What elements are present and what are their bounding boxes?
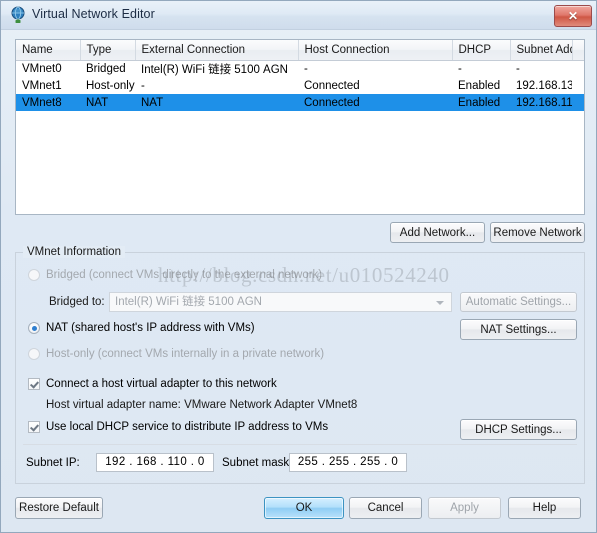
column-header-name[interactable]: Name (16, 40, 81, 61)
divider (23, 444, 577, 445)
radio-host-only-label: Host-only (connect VMs internally in a p… (46, 348, 325, 360)
cell-external-connection: - (141, 79, 145, 92)
radio-nat[interactable]: NAT (shared host's IP address with VMs) (28, 322, 255, 334)
column-header-type[interactable]: Type (80, 40, 136, 61)
local-dhcp-label: Use local DHCP service to distribute IP … (46, 421, 329, 433)
virtual-network-editor-window: Virtual Network Editor ✕ Name Type Exter… (0, 0, 597, 533)
cell-subnet-address: - (516, 62, 520, 75)
vmnet-information-title: VMnet Information (23, 246, 125, 258)
cell-name: VMnet0 (22, 62, 62, 75)
vmnet-information-group (15, 252, 585, 484)
checkbox-indicator (28, 421, 40, 433)
checkbox-indicator (28, 378, 40, 390)
column-header-subnet-address[interactable]: Subnet Address (510, 40, 573, 61)
table-row[interactable]: VMnet0 Bridged Intel(R) WiFi 链接 5100 AGN… (16, 60, 584, 77)
table-row[interactable]: VMnet1 Host-only - Connected Enabled 192… (16, 77, 584, 94)
cell-dhcp: Enabled (452, 94, 510, 111)
column-header-host-connection[interactable]: Host Connection (298, 40, 453, 61)
restore-default-button[interactable]: Restore Default (15, 497, 103, 519)
help-button[interactable]: Help (508, 497, 581, 519)
connect-host-adapter-label: Connect a host virtual adapter to this n… (46, 378, 277, 390)
radio-nat-label: NAT (shared host's IP address with VMs) (46, 322, 255, 334)
radio-bridged-indicator (28, 269, 40, 281)
table-row[interactable]: VMnet8 NAT NAT Connected Enabled 192.168… (16, 94, 584, 111)
cell-dhcp: Enabled (458, 79, 501, 92)
column-header-dhcp[interactable]: DHCP (452, 40, 511, 61)
cell-host-connection: - (304, 62, 308, 75)
chevron-down-icon (436, 301, 444, 305)
subnet-ip-label: Subnet IP: (26, 457, 80, 469)
radio-host-only[interactable]: Host-only (connect VMs internally in a p… (28, 348, 324, 360)
network-list[interactable]: Name Type External Connection Host Conne… (15, 39, 585, 215)
bridged-to-label: Bridged to: (49, 296, 105, 308)
subnet-mask-label: Subnet mask: (222, 457, 293, 469)
subnet-mask-input[interactable]: 255 . 255 . 255 . 0 (289, 453, 407, 472)
title-bar: Virtual Network Editor ✕ (1, 1, 596, 30)
nat-settings-button[interactable]: NAT Settings... (460, 319, 577, 340)
dhcp-settings-button[interactable]: DHCP Settings... (460, 419, 577, 440)
cell-type: NAT (80, 94, 135, 111)
bridged-to-select[interactable]: Intel(R) WiFi 链接 5100 AGN (109, 292, 452, 312)
network-table: Name Type External Connection Host Conne… (16, 40, 584, 111)
cell-host-connection: Connected (298, 94, 452, 111)
cell-name: VMnet8 (16, 94, 80, 111)
network-sphere-icon (9, 6, 27, 24)
add-network-button[interactable]: Add Network... (390, 222, 485, 243)
radio-bridged[interactable]: Bridged (connect VMs directly to the ext… (28, 269, 322, 281)
column-header-external-connection[interactable]: External Connection (135, 40, 299, 61)
radio-bridged-label: Bridged (connect VMs directly to the ext… (46, 269, 323, 281)
cell-name: VMnet1 (22, 79, 62, 92)
bridged-to-value: Intel(R) WiFi 链接 5100 AGN (115, 296, 262, 308)
subnet-ip-input[interactable]: 192 . 168 . 110 . 0 (96, 453, 214, 472)
cell-external-connection: NAT (135, 94, 298, 111)
remove-network-button[interactable]: Remove Network (490, 222, 585, 243)
apply-button[interactable]: Apply (428, 497, 501, 519)
cell-spacer (572, 77, 584, 94)
cell-type: Host-only (86, 79, 135, 92)
cell-subnet-address: 192.168.110.0 (510, 94, 572, 111)
column-header-spacer (572, 40, 584, 61)
cell-host-connection: Connected (304, 79, 360, 92)
automatic-settings-button[interactable]: Automatic Settings... (460, 292, 577, 312)
cell-type: Bridged (86, 62, 126, 75)
close-button[interactable]: ✕ (554, 5, 592, 27)
ok-button[interactable]: OK (264, 497, 344, 519)
window-title: Virtual Network Editor (32, 7, 155, 21)
cell-spacer (572, 94, 584, 111)
table-header-row: Name Type External Connection Host Conne… (16, 40, 584, 61)
local-dhcp-checkbox[interactable]: Use local DHCP service to distribute IP … (28, 421, 328, 433)
radio-nat-indicator (28, 322, 40, 334)
radio-host-only-indicator (28, 348, 40, 360)
cell-subnet-address: 192.168.130.0 (516, 79, 572, 92)
cell-spacer (572, 60, 584, 77)
cell-external-connection: Intel(R) WiFi 链接 5100 AGN (141, 63, 288, 76)
cancel-button[interactable]: Cancel (349, 497, 422, 519)
cell-dhcp: - (458, 62, 462, 75)
close-icon: ✕ (567, 9, 579, 23)
connect-host-adapter-checkbox[interactable]: Connect a host virtual adapter to this n… (28, 378, 277, 390)
host-adapter-name: Host virtual adapter name: VMware Networ… (46, 399, 358, 411)
